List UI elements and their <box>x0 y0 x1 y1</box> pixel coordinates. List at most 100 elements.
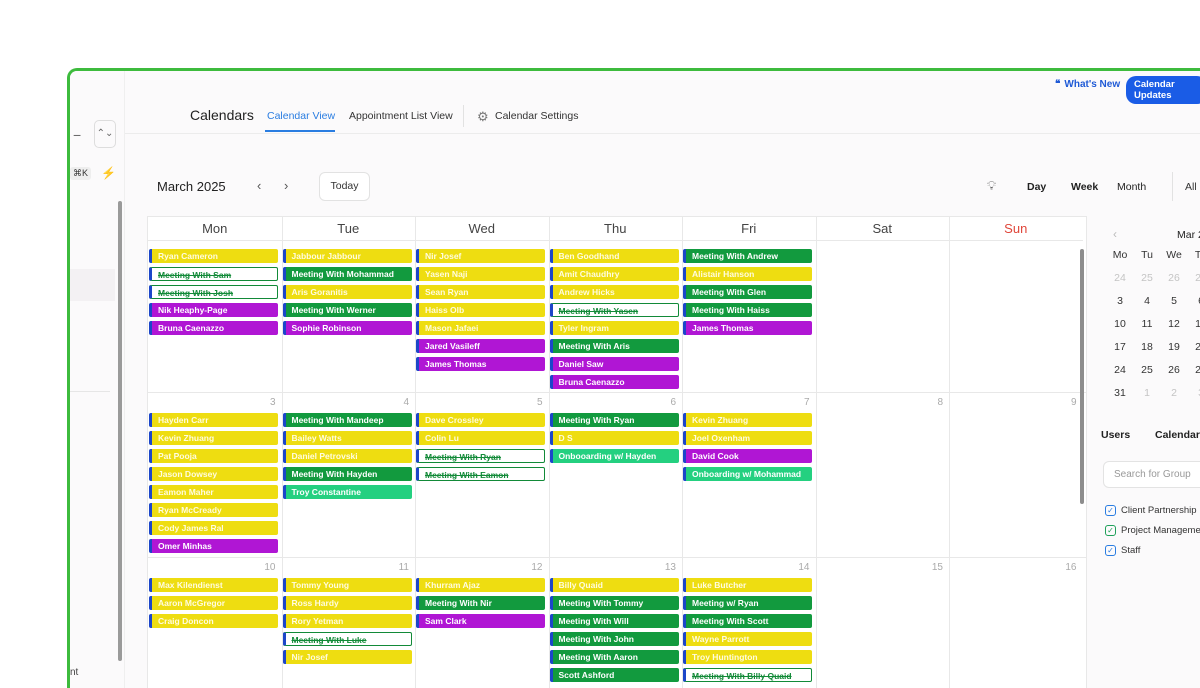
mini-calendar-day[interactable]: 1 <box>1137 387 1157 399</box>
mini-calendar-day[interactable]: 26 <box>1164 364 1184 376</box>
mini-calendar-day[interactable]: 31 <box>1110 387 1130 399</box>
calendar-event[interactable]: Bailey Watts <box>282 431 412 445</box>
calendar-event[interactable]: James Thomas <box>683 321 812 335</box>
mini-calendar-day[interactable]: 25 <box>1137 272 1157 284</box>
mini-calendar-prev-icon[interactable]: ‹ <box>1113 227 1117 241</box>
calendar-event[interactable]: Scott Ashford <box>549 668 679 682</box>
calendar-event[interactable]: Meeting With Billy Quaid <box>683 668 812 682</box>
calendar-event[interactable]: Omer Minhas <box>149 539 278 553</box>
calendar-event[interactable]: Meeting With Mandeep <box>282 413 412 427</box>
mini-calendar-day[interactable]: 3 <box>1110 295 1130 307</box>
calendar-event[interactable]: Khurram Ajaz <box>416 578 545 592</box>
calendar-event[interactable]: Yasen Naji <box>416 267 545 281</box>
mini-calendar-day[interactable]: 6 <box>1191 295 1200 307</box>
mini-calendar-day[interactable]: 26 <box>1164 272 1184 284</box>
mini-calendar-day[interactable]: 19 <box>1164 341 1184 353</box>
tab-calendar[interactable]: Calendar <box>1155 429 1200 441</box>
mini-calendar-day[interactable]: 24 <box>1110 272 1130 284</box>
calendar-event[interactable]: Meeting With Andrew <box>683 249 812 263</box>
calendar-event[interactable]: Sean Ryan <box>416 285 545 299</box>
mini-calendar-day[interactable]: 5 <box>1164 295 1184 307</box>
calendar-event[interactable]: Meeting With Hayden <box>282 467 412 481</box>
calendar-event[interactable]: Hayden Carr <box>149 413 278 427</box>
calendar-event[interactable]: Ryan Cameron <box>149 249 278 263</box>
tab-calendar-settings[interactable]: Calendar Settings <box>495 110 578 122</box>
calendar-event[interactable]: Sam Clark <box>416 614 545 628</box>
calendar-event[interactable]: Meeting With Ryan <box>549 413 679 427</box>
calendar-event[interactable]: Jared Vasileff <box>416 339 545 353</box>
calendar-event[interactable]: Meeting With Haiss <box>683 303 812 317</box>
calendar-event[interactable]: Ryan McCready <box>149 503 278 517</box>
calendar-event[interactable]: Kevin Zhuang <box>149 431 278 445</box>
calendar-event[interactable]: Pat Pooja <box>149 449 278 463</box>
view-month-button[interactable]: Month <box>1117 181 1146 193</box>
calendar-event[interactable]: Amit Chaudhry <box>549 267 679 281</box>
calendar-event[interactable]: Meeting With Yasen <box>549 303 679 317</box>
calendar-event[interactable]: Dave Crossley <box>416 413 545 427</box>
bolt-icon[interactable]: ⚡ <box>101 166 116 180</box>
calendar-event[interactable]: Meeting With Will <box>549 614 679 628</box>
calendar-event[interactable]: Aris Goranitis <box>282 285 412 299</box>
mini-calendar-day[interactable]: 27 <box>1191 272 1200 284</box>
calendar-event[interactable]: Alistair Hanson <box>683 267 812 281</box>
calendar-event[interactable]: Meeting With Josh <box>149 285 278 299</box>
view-day-button[interactable]: Day <box>1027 181 1046 193</box>
calendar-event[interactable]: D S <box>549 431 679 445</box>
minus-icon[interactable]: − <box>73 127 81 143</box>
lightbulb-icon[interactable]: 💡︎ <box>987 178 996 194</box>
calendar-event[interactable]: David Cook <box>683 449 812 463</box>
calendar-event[interactable]: Cody James Ral <box>149 521 278 535</box>
calendar-event[interactable]: Meeting With Ryan <box>416 449 545 463</box>
calendar-event[interactable]: Meeting With Mohammad <box>282 267 412 281</box>
calendar-event[interactable]: Sophie Robinson <box>282 321 412 335</box>
calendar-event[interactable]: Andrew Hicks <box>549 285 679 299</box>
calendar-event[interactable]: Tommy Young <box>282 578 412 592</box>
view-week-button[interactable]: Week <box>1071 181 1098 193</box>
calendar-event[interactable]: Meeting With Scott <box>683 614 812 628</box>
calendar-event[interactable]: Meeting With Glen <box>683 285 812 299</box>
calendar-event[interactable]: Bruna Caenazzo <box>149 321 278 335</box>
mini-calendar-day[interactable]: 11 <box>1137 318 1157 330</box>
sidebar-select[interactable]: ⌃⌄ <box>94 120 116 148</box>
calendar-event[interactable]: Meeting With Aaron <box>549 650 679 664</box>
tab-users[interactable]: Users <box>1101 429 1130 441</box>
calendar-event[interactable]: Haiss Olb <box>416 303 545 317</box>
calendar-event[interactable]: Bruna Caenazzo <box>549 375 679 389</box>
tab-appointment-list-view[interactable]: Appointment List View <box>349 110 453 122</box>
mini-calendar-day[interactable]: 18 <box>1137 341 1157 353</box>
calendar-event[interactable]: James Thomas <box>416 357 545 371</box>
group-item[interactable]: ✓ Project Manageme <box>1105 525 1200 536</box>
checkbox-icon[interactable]: ✓ <box>1105 505 1116 516</box>
calendar-event[interactable]: Billy Quaid <box>549 578 679 592</box>
calendar-event[interactable]: Wayne Parrott <box>683 632 812 646</box>
calendar-event[interactable]: Meeting With Sam <box>149 267 278 281</box>
mini-calendar-day[interactable]: 27 <box>1191 364 1200 376</box>
calendar-event[interactable]: Meeting w/ Ryan <box>683 596 812 610</box>
calendar-event[interactable]: Meeting With Eamon <box>416 467 545 481</box>
mini-calendar-day[interactable]: 20 <box>1191 341 1200 353</box>
calendar-event[interactable]: Max Kilendienst <box>149 578 278 592</box>
calendar-event[interactable]: Tyler Ingram <box>549 321 679 335</box>
calendar-event[interactable]: Jabbour Jabbour <box>282 249 412 263</box>
calendar-event[interactable]: Meeting With Luke <box>282 632 412 646</box>
mini-calendar-day[interactable]: 17 <box>1110 341 1130 353</box>
calendar-event[interactable]: Craig Doncon <box>149 614 278 628</box>
calendar-event[interactable]: Meeting With Aris <box>549 339 679 353</box>
calendar-event[interactable]: Nik Heaphy-Page <box>149 303 278 317</box>
tab-calendar-view[interactable]: Calendar View <box>267 110 335 122</box>
calendar-event[interactable]: Meeting With Tommy <box>549 596 679 610</box>
mini-calendar-day[interactable]: 25 <box>1137 364 1157 376</box>
sidebar-highlight[interactable] <box>70 269 115 301</box>
calendar-event[interactable]: Kevin Zhuang <box>683 413 812 427</box>
checkbox-icon[interactable]: ✓ <box>1105 525 1116 536</box>
calendar-event[interactable]: Ben Goodhand <box>549 249 679 263</box>
whats-new-link[interactable]: ❝ What's New <box>1055 79 1120 90</box>
grid-scrollbar[interactable] <box>1080 249 1084 504</box>
calendar-event[interactable]: Aaron McGregor <box>149 596 278 610</box>
chevron-right-icon[interactable]: › <box>284 178 288 193</box>
calendar-event[interactable]: Nir Josef <box>416 249 545 263</box>
chevron-left-icon[interactable]: ‹ <box>257 178 261 193</box>
sidebar-scrollbar[interactable] <box>118 201 122 661</box>
calendar-event[interactable]: Mason Jafaei <box>416 321 545 335</box>
mini-calendar-day[interactable]: 13 <box>1191 318 1200 330</box>
